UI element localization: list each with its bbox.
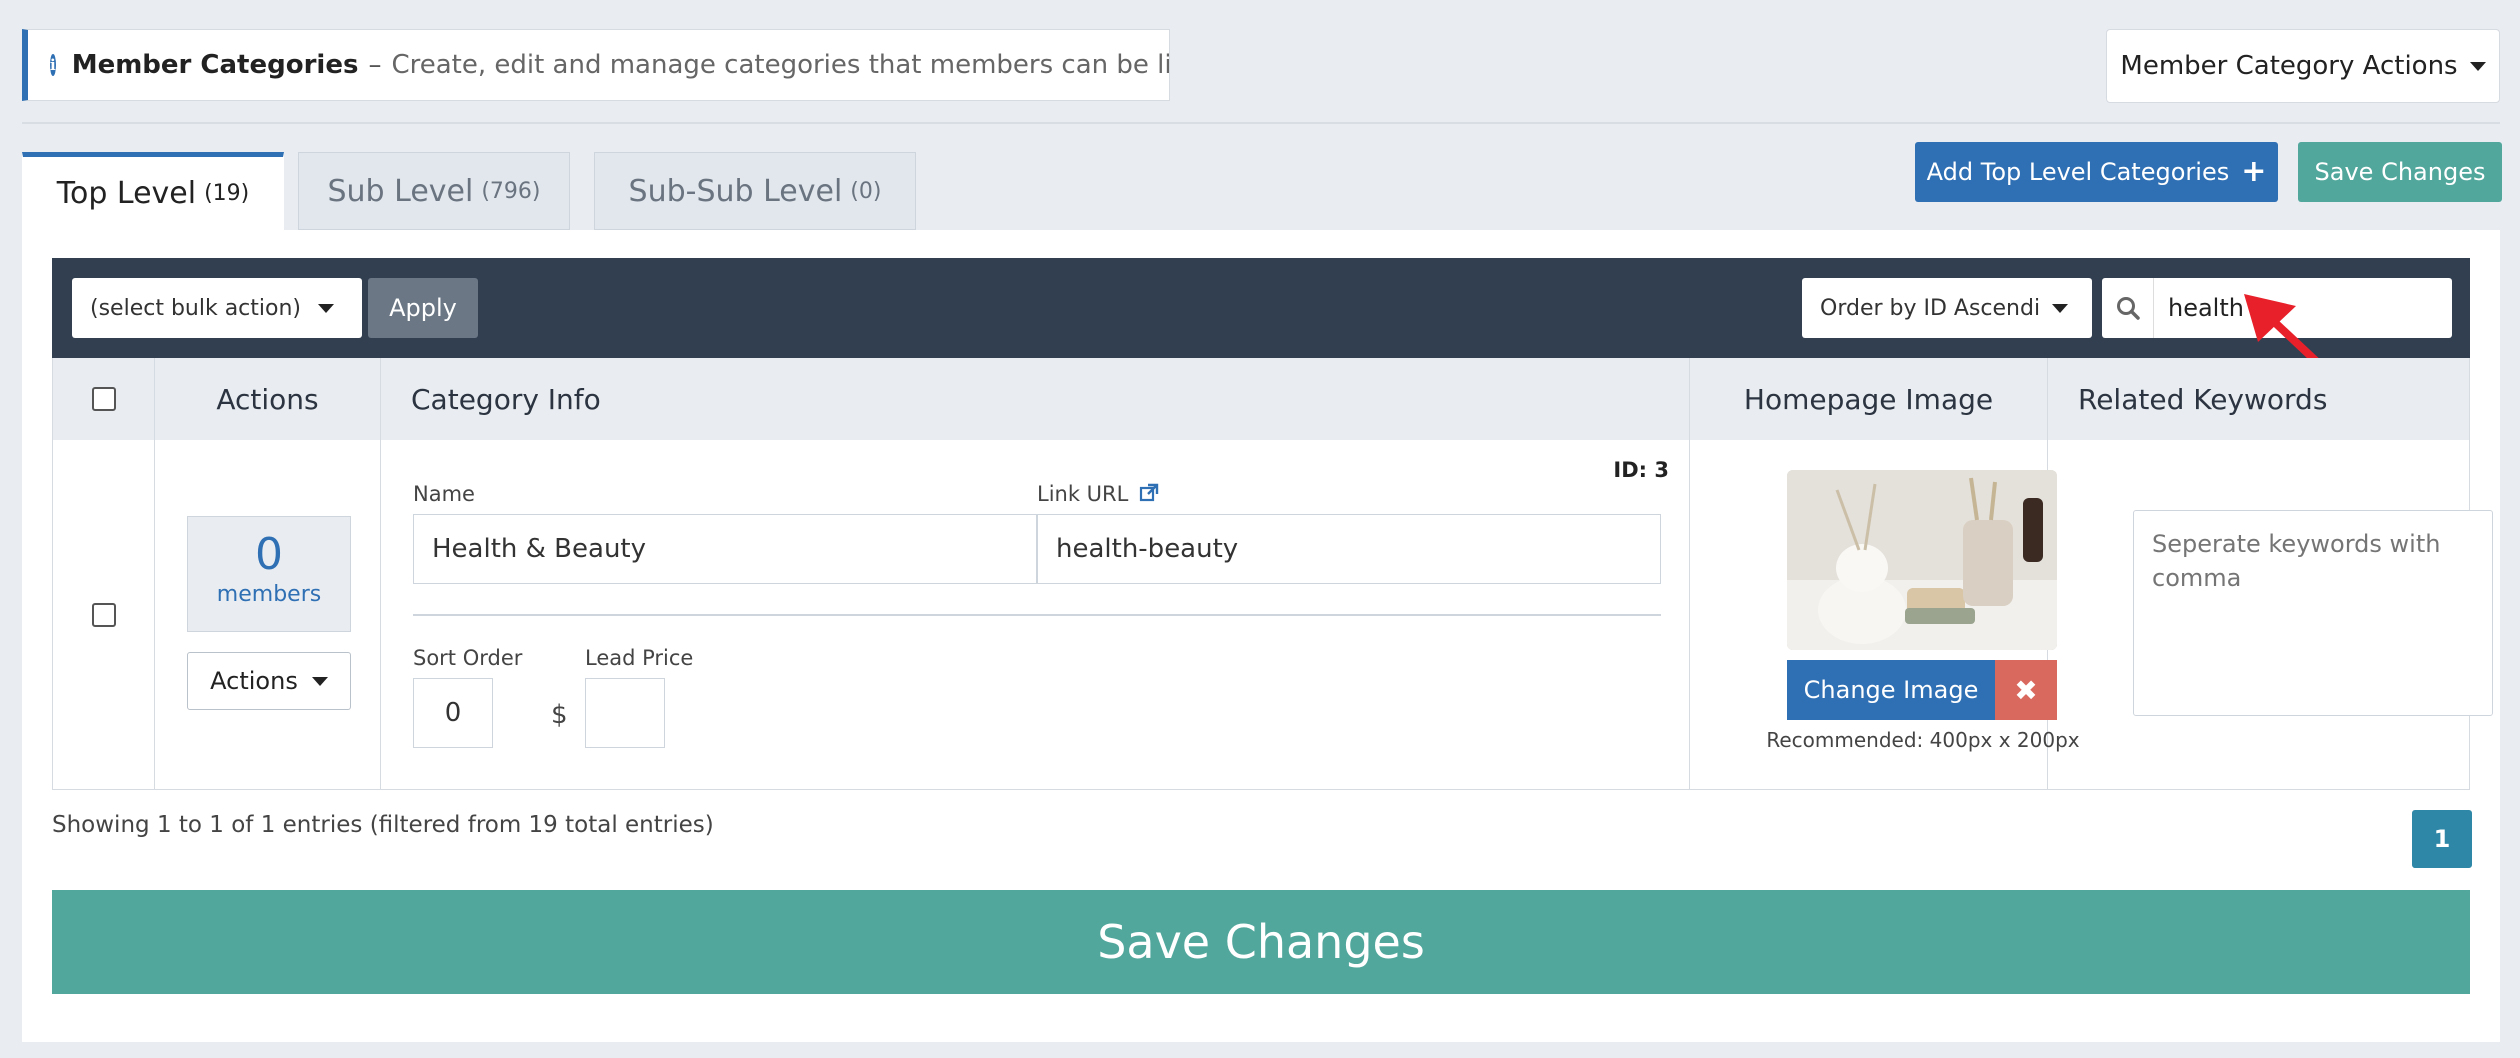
bulk-action-select[interactable]: (select bulk action) [72,278,362,338]
apply-label: Apply [389,294,457,322]
order-by-select[interactable]: Order by ID Ascending [1802,278,2092,338]
select-all-checkbox[interactable] [91,387,116,411]
remove-image-button[interactable]: ✖ [1995,660,2057,720]
members-count: 0 [255,529,283,580]
link-url-label: Link URL [1037,482,1159,506]
tab-label: Sub-Sub Level [628,173,843,209]
tab-count: (796) [481,178,541,204]
caret-down-icon [318,303,334,313]
tab-count: (0) [850,178,882,204]
link-url-value: health-beauty [1056,534,1239,564]
order-by-value: Order by ID Ascending [1820,295,2042,321]
product-photo-icon [1787,470,2057,650]
entries-info: Showing 1 to 1 of 1 entries (filtered fr… [52,812,714,838]
save-changes-button-top[interactable]: Save Changes [2298,142,2502,202]
tab-count: (19) [204,180,250,206]
tab-label: Top Level [56,175,197,211]
pagination-page-1[interactable]: 1 [2412,810,2472,868]
add-top-level-categories-button[interactable]: Add Top Level Categories + [1915,142,2278,202]
row-actions-button[interactable]: Actions [187,652,351,710]
link-url-field[interactable]: health-beauty [1037,514,1661,584]
homepage-image-header: Homepage Image [1690,358,2048,440]
bulk-action-value: (select bulk action) [90,295,301,321]
lead-price-field[interactable] [585,678,665,748]
change-image-label: Change Image [1803,676,1979,704]
actions-header: Actions [155,358,381,440]
tab-label: Sub Level [327,173,474,209]
page-description: Create, edit and manage categories that … [391,50,1169,80]
save-changes-label: Save Changes [1097,915,1425,969]
sort-order-field[interactable]: 0 [413,678,493,748]
related-keywords-input[interactable] [2133,510,2493,716]
name-value: Health & Beauty [432,534,647,564]
caret-down-icon [2469,61,2486,71]
row-checkbox[interactable] [91,602,116,627]
sort-order-label: Sort Order [413,646,523,670]
tab-sub-sub-level[interactable]: Sub-Sub Level (0) [594,152,916,230]
link-url-label-text: Link URL [1037,482,1129,506]
currency-symbol: $ [551,700,568,730]
plus-icon: + [2241,154,2267,189]
related-keywords-header: Related Keywords [2078,382,2328,416]
row-select-cell [53,440,155,789]
page-number: 1 [2433,825,2451,853]
table-header: Actions Category Info Homepage Image Rel… [52,358,2470,440]
homepage-image-thumbnail [1787,470,2057,650]
name-label: Name [413,482,475,506]
member-category-actions-label: Member Category Actions [2120,51,2458,81]
add-top-level-label: Add Top Level Categories [1926,158,2230,186]
name-field[interactable]: Health & Beauty [413,514,1037,584]
close-icon: ✖ [2014,673,2038,707]
field-divider [413,614,1661,616]
external-link-icon[interactable] [1139,483,1159,503]
image-recommendation: Recommended: 400px x 200px [1766,728,2080,752]
row-actions-label: Actions [210,667,298,695]
tab-sub-level[interactable]: Sub Level (796) [298,152,570,230]
save-changes-button-bottom[interactable]: Save Changes [52,890,2470,994]
category-id: ID: 3 [1613,458,1669,482]
caret-down-icon [311,676,328,686]
search-icon [2102,278,2154,338]
page-info-banner: i Member Categories – Create, edit and m… [22,29,1170,101]
divider [22,122,2500,124]
sort-order-value: 0 [444,698,462,728]
members-count-box[interactable]: 0 members [187,516,351,632]
save-changes-label: Save Changes [2314,158,2486,186]
info-icon: i [50,54,56,76]
page-title: Member Categories [71,50,359,80]
change-image-button[interactable]: Change Image [1787,660,1995,720]
member-category-actions-button[interactable]: Member Category Actions [2106,29,2500,103]
members-label: members [216,582,322,607]
caret-down-icon [2052,303,2068,313]
table-row: ID: 3 0 members Actions Name Health & Be… [52,440,2493,790]
apply-button[interactable]: Apply [368,278,478,338]
tab-top-level[interactable]: Top Level (19) [22,152,284,230]
select-all-cell [53,358,155,440]
category-info-header: Category Info [381,358,1690,440]
lead-price-label: Lead Price [585,646,694,670]
banner-separator: – [368,50,382,80]
